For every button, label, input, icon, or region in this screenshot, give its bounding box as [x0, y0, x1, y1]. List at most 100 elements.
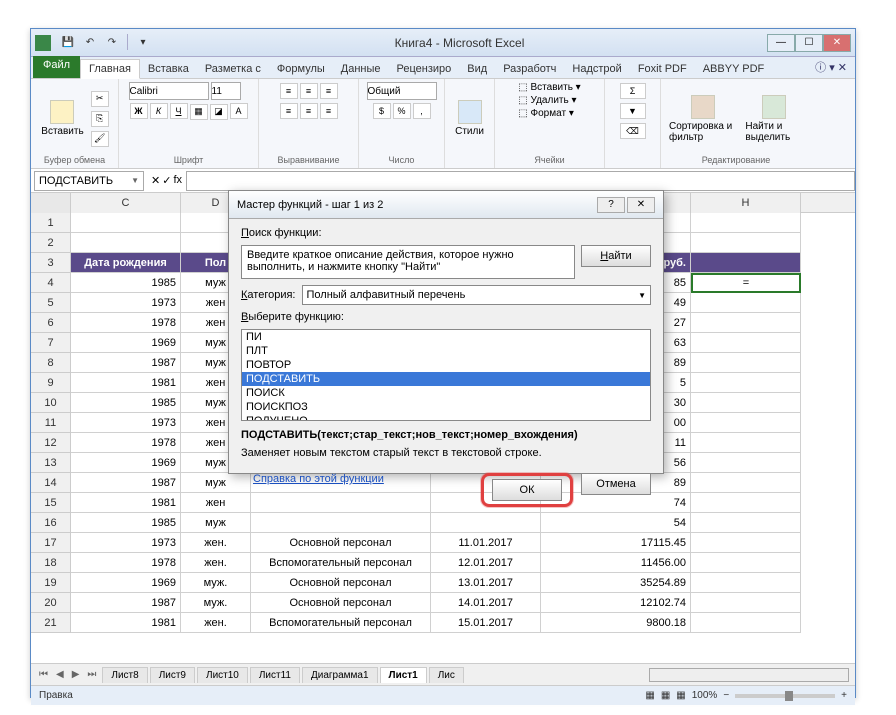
- redo-button[interactable]: ↷: [103, 34, 121, 52]
- border-button[interactable]: ▦: [190, 104, 208, 120]
- clear-button[interactable]: ⌫: [620, 123, 646, 139]
- row-header[interactable]: 2: [31, 233, 71, 253]
- ribbon-tab-9[interactable]: Foxit PDF: [630, 60, 695, 78]
- cell-H14[interactable]: [691, 473, 801, 493]
- zoom-level[interactable]: 100%: [692, 690, 718, 701]
- cell-C2[interactable]: [71, 233, 181, 253]
- column-header-H[interactable]: H: [691, 193, 801, 213]
- cell-G19[interactable]: 35254.89: [541, 573, 691, 593]
- styles-button[interactable]: Стили: [453, 98, 486, 139]
- function-item[interactable]: ПОВТОР: [242, 358, 650, 372]
- ribbon-help[interactable]: ⓘ ▾ ✕: [807, 56, 855, 78]
- ribbon-tab-10[interactable]: ABBYY PDF: [695, 60, 773, 78]
- underline-button[interactable]: Ч: [170, 103, 188, 119]
- cell-H1[interactable]: [691, 213, 801, 233]
- cell-H20[interactable]: [691, 593, 801, 613]
- row-header[interactable]: 6: [31, 313, 71, 333]
- align-right[interactable]: ≡: [320, 103, 338, 119]
- row-header[interactable]: 8: [31, 353, 71, 373]
- number-format-select[interactable]: [367, 82, 437, 100]
- horizontal-scrollbar[interactable]: [649, 668, 849, 682]
- insert-cell-button[interactable]: ⬚ Вставить ▾: [518, 82, 580, 93]
- copy-button[interactable]: ⎘: [91, 111, 109, 127]
- row-header[interactable]: 5: [31, 293, 71, 313]
- cell-F21[interactable]: 15.01.2017: [431, 613, 541, 633]
- column-header-C[interactable]: C: [71, 193, 181, 213]
- cell-H3[interactable]: [691, 253, 801, 273]
- row-header[interactable]: 12: [31, 433, 71, 453]
- cell-E20[interactable]: Основной персонал: [251, 593, 431, 613]
- cell-F18[interactable]: 12.01.2017: [431, 553, 541, 573]
- row-header[interactable]: 19: [31, 573, 71, 593]
- row-header[interactable]: 10: [31, 393, 71, 413]
- cell-C1[interactable]: [71, 213, 181, 233]
- sheet-tab[interactable]: Лист8: [102, 667, 147, 683]
- sheet-tab[interactable]: Лис: [429, 667, 464, 683]
- sheet-nav-prev[interactable]: ◀: [54, 669, 66, 680]
- align-center[interactable]: ≡: [300, 103, 318, 119]
- dialog-help-button[interactable]: ?: [597, 197, 625, 213]
- cell-C6[interactable]: 1978: [71, 313, 181, 333]
- font-size-select[interactable]: [211, 82, 241, 100]
- ribbon-tab-1[interactable]: Вставка: [140, 60, 197, 78]
- row-header[interactable]: 4: [31, 273, 71, 293]
- undo-button[interactable]: ↶: [81, 34, 99, 52]
- cell-D21[interactable]: жен.: [181, 613, 251, 633]
- sheet-tab[interactable]: Диаграмма1: [302, 667, 378, 683]
- cut-button[interactable]: ✂: [91, 91, 109, 107]
- cell-C7[interactable]: 1969: [71, 333, 181, 353]
- row-header[interactable]: 21: [31, 613, 71, 633]
- view-layout-icon[interactable]: ▦: [661, 690, 670, 701]
- function-item[interactable]: ПОИСКПОЗ: [242, 400, 650, 414]
- cell-C12[interactable]: 1978: [71, 433, 181, 453]
- ribbon-tab-2[interactable]: Разметка с: [197, 60, 269, 78]
- bold-button[interactable]: Ж: [130, 103, 148, 119]
- row-header[interactable]: 14: [31, 473, 71, 493]
- row-header[interactable]: 15: [31, 493, 71, 513]
- name-box[interactable]: ПОДСТАВИТЬ▼: [34, 171, 144, 191]
- cell-C10[interactable]: 1985: [71, 393, 181, 413]
- accept-formula-button[interactable]: ✓: [162, 174, 171, 187]
- cell-C19[interactable]: 1969: [71, 573, 181, 593]
- sheet-tab[interactable]: Лист11: [250, 667, 300, 683]
- align-bot[interactable]: ≡: [320, 83, 338, 99]
- cell-H2[interactable]: [691, 233, 801, 253]
- cell-E18[interactable]: Вспомогательный персонал: [251, 553, 431, 573]
- sheet-nav-last[interactable]: ⏭: [85, 669, 98, 680]
- select-all-corner[interactable]: [31, 193, 71, 213]
- cell-E21[interactable]: Вспомогательный персонал: [251, 613, 431, 633]
- find-select-button[interactable]: Найти и выделить: [743, 93, 805, 145]
- function-list[interactable]: ПИПЛТПОВТОРПОДСТАВИТЬПОИСКПОИСКПОЗПОЛУЧЕ…: [241, 329, 651, 421]
- cell-H16[interactable]: [691, 513, 801, 533]
- cell-C5[interactable]: 1973: [71, 293, 181, 313]
- save-button[interactable]: 💾: [59, 34, 77, 52]
- cell-H13[interactable]: [691, 453, 801, 473]
- cell-C20[interactable]: 1987: [71, 593, 181, 613]
- cell-C4[interactable]: 1985: [71, 273, 181, 293]
- cell-H7[interactable]: [691, 333, 801, 353]
- sheet-tab[interactable]: Лист9: [150, 667, 195, 683]
- fmt-painter-button[interactable]: 🖌: [91, 131, 109, 147]
- cell-G17[interactable]: 17115.45: [541, 533, 691, 553]
- comma-button[interactable]: ,: [413, 103, 431, 119]
- row-header[interactable]: 18: [31, 553, 71, 573]
- cell-D19[interactable]: муж.: [181, 573, 251, 593]
- ribbon-tab-4[interactable]: Данные: [333, 60, 389, 78]
- fill-color-button[interactable]: ◪: [210, 104, 228, 120]
- sheet-nav-first[interactable]: ⏮: [37, 669, 50, 680]
- sheet-nav-next[interactable]: ▶: [70, 669, 82, 680]
- row-header[interactable]: 13: [31, 453, 71, 473]
- view-break-icon[interactable]: ▦: [676, 690, 685, 701]
- cell-F20[interactable]: 14.01.2017: [431, 593, 541, 613]
- sheet-tab[interactable]: Лист10: [197, 667, 248, 683]
- cell-C21[interactable]: 1981: [71, 613, 181, 633]
- row-header[interactable]: 17: [31, 533, 71, 553]
- maximize-button[interactable]: ☐: [795, 34, 823, 52]
- file-tab[interactable]: Файл: [33, 56, 80, 78]
- function-item[interactable]: ПОДСТАВИТЬ: [242, 372, 650, 386]
- row-header[interactable]: 20: [31, 593, 71, 613]
- cell-H11[interactable]: [691, 413, 801, 433]
- cell-C9[interactable]: 1981: [71, 373, 181, 393]
- ribbon-tab-7[interactable]: Разработч: [495, 60, 564, 78]
- font-name-select[interactable]: [129, 82, 209, 100]
